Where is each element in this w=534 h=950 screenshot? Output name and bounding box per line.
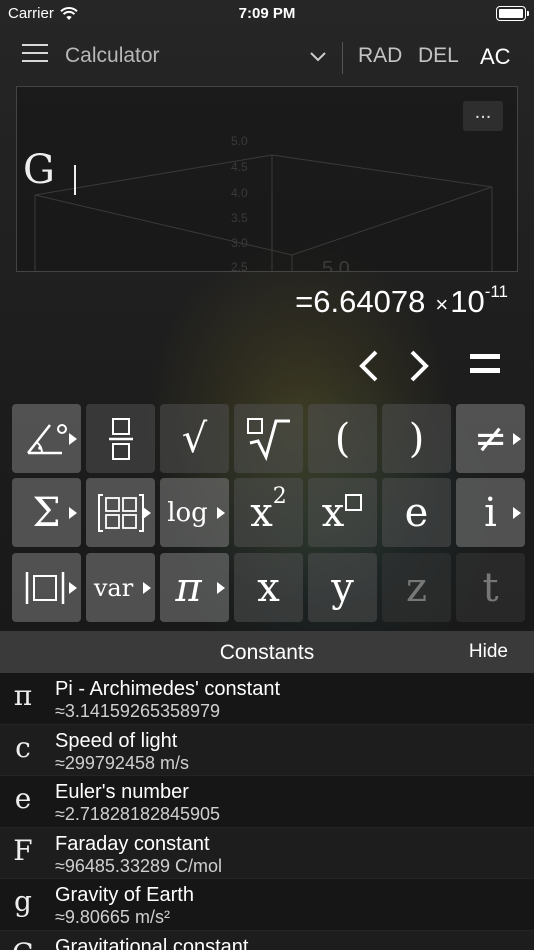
plot-tick-label: 3.0: [231, 236, 248, 250]
delete-button[interactable]: DEL: [418, 44, 459, 68]
equals-button[interactable]: [470, 354, 500, 378]
constants-panel-header: Constants Hide: [0, 631, 534, 673]
result-value: =6.64078 ×10-11: [295, 281, 508, 320]
cursor-left-button[interactable]: [354, 348, 384, 384]
fraction-icon: [108, 417, 133, 460]
result-exponent: -11: [484, 281, 508, 301]
square-exponent: 2: [272, 484, 287, 509]
all-clear-button[interactable]: AC: [480, 44, 511, 70]
absolute-value-key[interactable]: [12, 553, 81, 622]
hide-button[interactable]: Hide: [469, 641, 508, 663]
t-variable-key[interactable]: t: [456, 553, 525, 622]
status-bar: Carrier 7:09 PM: [0, 0, 534, 28]
constant-value: ≈9.80665 m/s²: [55, 907, 170, 927]
list-item[interactable]: c Speed of light ≈299792458 m/s: [0, 724, 534, 776]
nth-root-key[interactable]: [234, 404, 303, 473]
x-variable-key[interactable]: x: [234, 553, 303, 622]
plot-tick-label: 5.0: [322, 258, 350, 272]
variable-key-label: var: [93, 573, 134, 602]
result-base: 10: [450, 284, 485, 319]
constant-symbol: c: [15, 730, 31, 764]
plot-tick-label: 4.5: [231, 160, 248, 174]
text-cursor: [74, 165, 76, 195]
constant-value: ≈299792458 m/s: [55, 752, 189, 773]
power-key[interactable]: x: [308, 478, 377, 547]
sum-key[interactable]: Σ: [12, 478, 81, 547]
result-times: ×: [435, 292, 449, 317]
variable-key[interactable]: var: [86, 553, 155, 622]
constant-symbol: e: [14, 782, 32, 815]
close-paren-key[interactable]: ): [382, 404, 451, 473]
exponent-box-icon: [345, 493, 363, 511]
power-base: x: [321, 489, 345, 536]
constant-symbol: F: [13, 833, 33, 867]
list-item[interactable]: G Gravitational constant: [0, 930, 534, 950]
sqrt-key[interactable]: √: [160, 404, 229, 473]
hamburger-menu-icon[interactable]: [22, 44, 48, 64]
log-key-label: log: [167, 497, 208, 528]
angle-degree-icon: [26, 423, 67, 454]
nth-root-icon: [246, 417, 290, 461]
background-plot: 5.0 4.5 4.0 3.5 3.0 2.5 5.0: [34, 134, 493, 272]
square-base: x: [250, 489, 273, 536]
constant-value: ≈3.14159265358979: [55, 701, 221, 721]
list-item[interactable]: π Pi - Archimedes' constant ≈3.141592653…: [0, 673, 534, 725]
toolbar: Calculator RAD DEL AC: [0, 36, 534, 78]
imaginary-key[interactable]: i: [456, 478, 525, 547]
angle-key[interactable]: [12, 404, 81, 473]
constant-value: ≈96485.33289 C/mol: [55, 855, 222, 876]
list-item[interactable]: g Gravity of Earth ≈9.80665 m/s²: [0, 879, 534, 931]
result-mantissa: =6.64078: [295, 284, 426, 319]
plot-tick-label: 3.5: [231, 211, 248, 225]
constant-name: Faraday constant: [55, 832, 210, 855]
list-item[interactable]: F Faraday constant ≈96485.33289 C/mol: [0, 827, 534, 879]
euler-key[interactable]: e: [382, 478, 451, 547]
expression-text: G: [23, 147, 55, 193]
y-variable-key[interactable]: y: [308, 553, 377, 622]
pi-key[interactable]: π: [160, 553, 229, 622]
constant-name: Euler's number: [55, 781, 189, 803]
not-equal-key[interactable]: ≠: [456, 404, 525, 473]
constant-symbol: π: [13, 679, 33, 712]
matrix-key[interactable]: [86, 478, 155, 547]
plot-tick-label: 2.5: [231, 260, 248, 272]
constant-name: Gravity of Earth: [55, 884, 194, 906]
mode-title[interactable]: Calculator: [65, 44, 160, 68]
expression-display[interactable]: 5.0 4.5 4.0 3.5 3.0 2.5 5.0 ... G: [16, 86, 518, 272]
list-item[interactable]: e Euler's number ≈2.71828182845905: [0, 776, 534, 828]
pi-key-label: π: [175, 564, 202, 611]
battery-icon: [496, 6, 529, 21]
constant-symbol: G: [0, 937, 46, 950]
constant-value: ≈2.71828182845905: [55, 804, 221, 824]
plot-tick-label: 4.0: [231, 186, 248, 200]
constants-title: Constants: [219, 641, 315, 664]
plot-tick-label: 5.0: [231, 134, 248, 148]
constant-name: Pi - Archimedes' constant: [55, 678, 281, 700]
cursor-right-button[interactable]: [404, 348, 434, 384]
z-variable-key[interactable]: z: [382, 553, 451, 622]
not-equal-key-label: ≠: [473, 415, 508, 462]
open-paren-key[interactable]: (: [308, 404, 377, 473]
constants-list: π Pi - Archimedes' constant ≈3.141592653…: [0, 673, 534, 950]
toolbar-divider: [342, 42, 343, 74]
absolute-value-icon: [25, 571, 64, 604]
more-options-button[interactable]: ...: [463, 101, 503, 131]
chevron-down-icon[interactable]: [306, 46, 330, 66]
constant-name: Speed of light: [55, 729, 178, 752]
fraction-key[interactable]: [86, 404, 155, 473]
log-key[interactable]: log: [160, 478, 229, 547]
square-key[interactable]: x2: [234, 478, 303, 547]
sum-key-label: Σ: [32, 489, 61, 536]
imaginary-key-label: i: [484, 489, 497, 536]
clock: 7:09 PM: [238, 5, 296, 22]
matrix-icon: [97, 493, 144, 532]
constant-symbol: g: [14, 885, 32, 918]
constant-name: Gravitational constant: [55, 935, 249, 950]
rad-button[interactable]: RAD: [358, 44, 402, 68]
